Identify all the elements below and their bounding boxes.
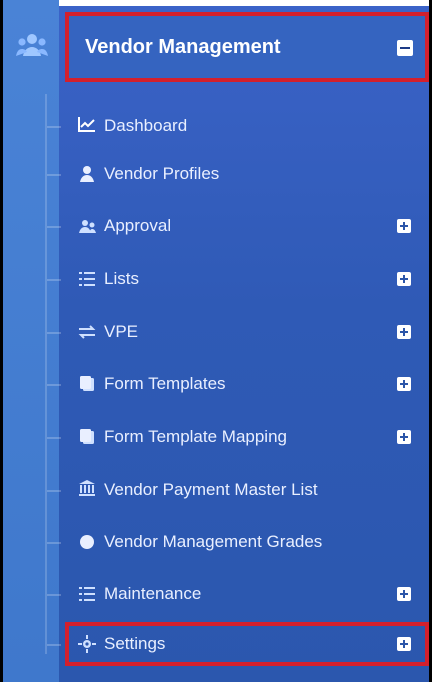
menu-item-lists[interactable]: Lists <box>3 259 429 299</box>
menu-item-form-template-mapping[interactable]: Form Template Mapping <box>3 417 429 457</box>
list-icon <box>79 272 95 286</box>
menu-label: Settings <box>104 634 166 653</box>
expand-plus-icon[interactable] <box>397 377 411 391</box>
tree-connector <box>47 490 61 492</box>
tree-connector <box>47 332 61 334</box>
swap-icon <box>78 325 96 339</box>
expand-plus-icon[interactable] <box>397 272 411 286</box>
menu-item-settings[interactable]: Settings <box>3 624 429 664</box>
menu-item-vendor-profiles[interactable]: Vendor Profiles <box>3 154 429 194</box>
menu-item-dashboard[interactable]: Dashboard <box>3 106 429 146</box>
tree-connector <box>47 594 61 596</box>
gear-icon <box>78 635 96 653</box>
users-icon <box>79 220 96 233</box>
person-icon <box>80 166 94 182</box>
expand-plus-icon[interactable] <box>397 219 411 233</box>
menu-item-form-templates[interactable]: Form Templates <box>3 364 429 404</box>
tree-connector <box>47 644 61 646</box>
vendor-management-header[interactable]: Vendor Management <box>65 12 429 82</box>
menu-label: VPE <box>104 322 139 341</box>
minus-square-icon[interactable] <box>397 40 413 56</box>
expand-plus-icon[interactable] <box>397 637 411 651</box>
menu-label: Lists <box>104 269 139 288</box>
tree-connector <box>47 226 61 228</box>
menu-label: Vendor Profiles <box>104 164 220 183</box>
top-edge <box>3 0 429 6</box>
tree-connector <box>47 126 61 128</box>
menu-label: Maintenance <box>104 584 202 603</box>
expand-plus-icon[interactable] <box>397 430 411 444</box>
tree-connector <box>47 542 61 544</box>
menu-label: Vendor Payment Master List <box>104 480 318 499</box>
bank-icon <box>79 480 95 496</box>
menu-label: Dashboard <box>104 116 188 135</box>
menu-label: Vendor Management Grades <box>104 532 323 551</box>
circle-icon <box>80 535 94 549</box>
expand-plus-icon[interactable] <box>397 587 411 601</box>
tree-connector <box>47 384 61 386</box>
tree-connector <box>47 437 61 439</box>
users-icon <box>16 34 48 56</box>
tree-connector <box>47 174 61 176</box>
expand-plus-icon[interactable] <box>397 325 411 339</box>
menu-item-maintenance[interactable]: Maintenance <box>3 574 429 614</box>
header-title: Vendor Management <box>85 36 281 58</box>
screenshot-frame: Vendor Management Dashboard Vendor Profi… <box>0 0 432 682</box>
menu-label: Approval <box>104 216 172 235</box>
copy-icon <box>80 429 94 444</box>
line-chart-icon <box>78 117 95 132</box>
menu-item-vendor-payment-master-list[interactable]: Vendor Payment Master List <box>3 470 429 510</box>
menu-item-approval[interactable]: Approval <box>3 206 429 246</box>
menu-label: Form Templates <box>104 374 226 393</box>
copy-icon <box>80 376 94 391</box>
tree-connector <box>47 279 61 281</box>
list-icon <box>79 587 95 601</box>
menu-item-vpe[interactable]: VPE <box>3 312 429 352</box>
menu-item-vendor-management-grades[interactable]: Vendor Management Grades <box>3 522 429 562</box>
sidebar-panel: Vendor Management Dashboard Vendor Profi… <box>3 0 429 682</box>
menu-label: Form Template Mapping <box>104 427 287 446</box>
